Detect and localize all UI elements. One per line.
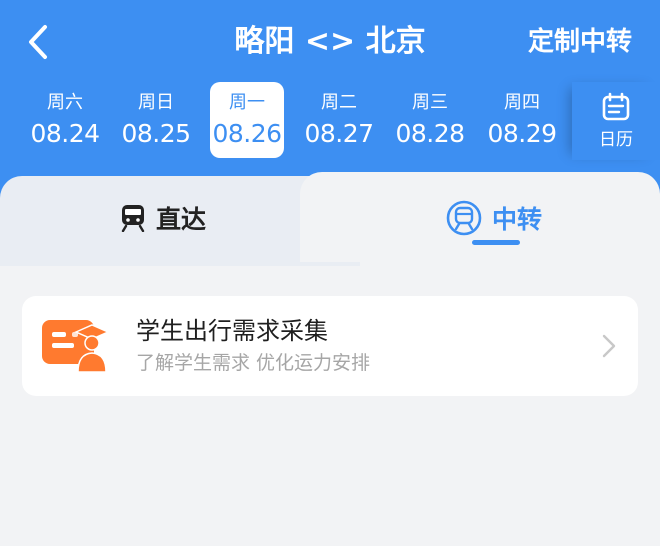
- chevron-right-icon: [602, 334, 616, 358]
- date-strip: 周六 08.24 周日 08.25 周一 08.26 周二 08.27 周三 0…: [0, 82, 660, 160]
- student-travel-card[interactable]: 学生出行需求采集 了解学生需求 优化运力安排: [22, 296, 638, 396]
- route-title: 略阳 <> 北京: [234, 24, 426, 59]
- tab-direct-label: 直达: [156, 205, 207, 234]
- date-value: 08.28: [395, 119, 465, 148]
- student-card-icon: [42, 318, 110, 373]
- calendar-button[interactable]: 日历: [572, 82, 660, 160]
- date-value: 08.27: [304, 119, 374, 148]
- date-value: 08.24: [30, 119, 100, 148]
- train-circle-icon: [446, 200, 482, 236]
- date-item-0828[interactable]: 周三 08.28: [393, 82, 467, 158]
- tab-direct[interactable]: 直达: [120, 198, 206, 238]
- date-value: 08.25: [121, 119, 191, 148]
- date-weekday: 周日: [138, 92, 174, 113]
- card-subtitle: 了解学生需求 优化运力安排: [136, 352, 371, 374]
- tab-transfer-label: 中转: [492, 205, 543, 234]
- calendar-label: 日历: [599, 130, 633, 150]
- back-arrow-icon: [29, 25, 47, 59]
- tab-transfer[interactable]: 中转: [446, 198, 542, 238]
- custom-transfer-button[interactable]: 定制中转: [528, 18, 632, 66]
- date-weekday: 周一: [229, 92, 265, 113]
- date-item-0825[interactable]: 周日 08.25: [119, 82, 193, 158]
- date-weekday: 周三: [412, 92, 448, 113]
- train-icon: [120, 204, 146, 232]
- active-tab-indicator: [472, 240, 520, 245]
- card-title: 学生出行需求采集: [136, 317, 328, 345]
- date-weekday: 周二: [321, 92, 357, 113]
- date-weekday: 周四: [504, 92, 540, 113]
- calendar-icon: [602, 92, 630, 121]
- date-weekday: 周六: [47, 92, 83, 113]
- tab-bar: 直达 中转: [0, 172, 660, 266]
- date-item-0826-selected[interactable]: 周一 08.26: [210, 82, 284, 158]
- date-value: 08.26: [212, 119, 282, 148]
- date-item-0824[interactable]: 周六 08.24: [28, 82, 102, 158]
- date-value: 08.29: [487, 119, 557, 148]
- date-item-0827[interactable]: 周二 08.27: [302, 82, 376, 158]
- back-button[interactable]: [18, 20, 58, 64]
- date-item-0829[interactable]: 周四 08.29: [485, 82, 559, 158]
